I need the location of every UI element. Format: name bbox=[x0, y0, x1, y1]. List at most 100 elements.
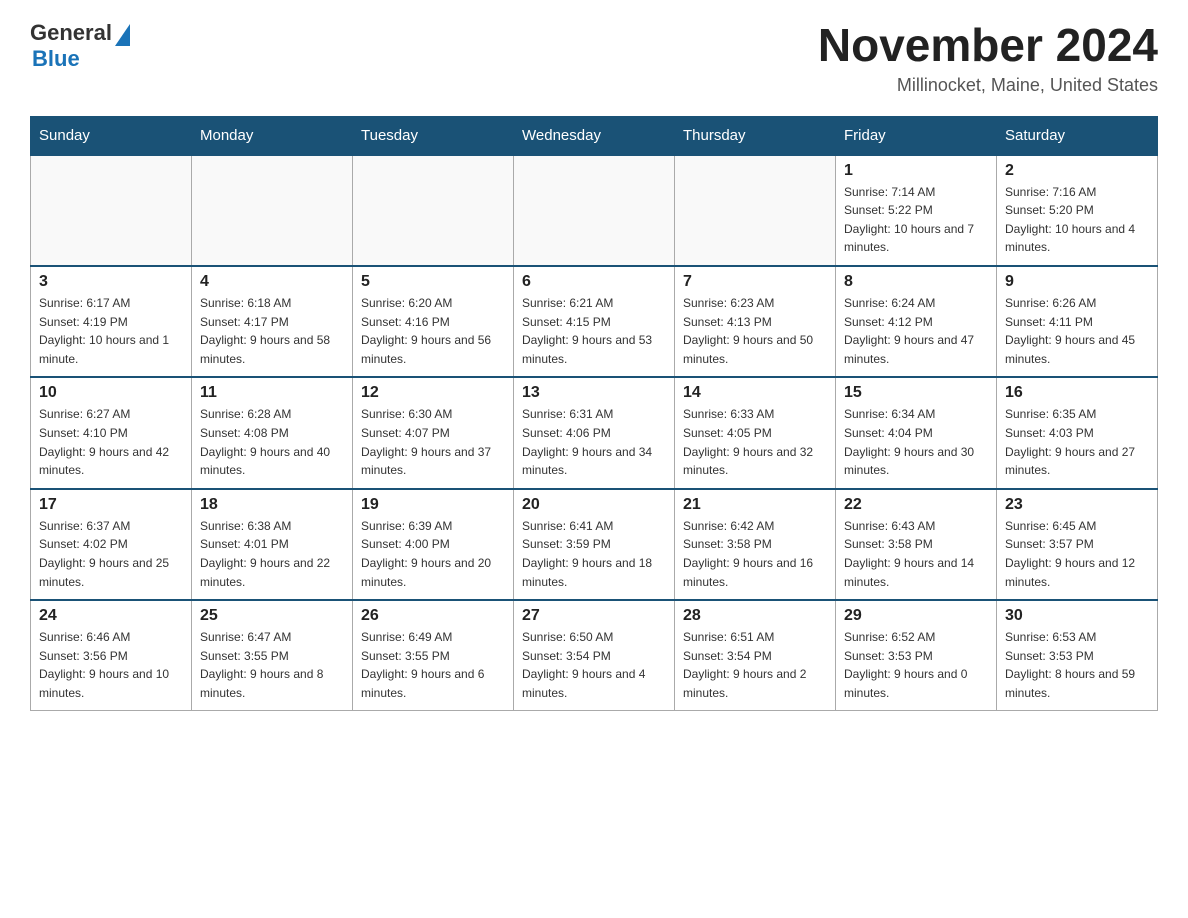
header-saturday: Saturday bbox=[997, 116, 1158, 155]
header-thursday: Thursday bbox=[675, 116, 836, 155]
day-number: 5 bbox=[361, 273, 505, 291]
calendar-cell: 24Sunrise: 6:46 AMSunset: 3:56 PMDayligh… bbox=[31, 600, 192, 711]
header-friday: Friday bbox=[836, 116, 997, 155]
calendar-cell: 7Sunrise: 6:23 AMSunset: 4:13 PMDaylight… bbox=[675, 266, 836, 377]
day-number: 15 bbox=[844, 384, 988, 402]
calendar-cell: 17 Sunrise: 6:37 AMSunset: 4:02 PMDayligh… bbox=[31, 489, 192, 600]
header-sunday: Sunday bbox=[31, 116, 192, 155]
calendar-week-row: 1 Sunrise: 7:14 AMSunset: 5:22 PMDaylight… bbox=[31, 155, 1158, 266]
day-info: Sunrise: 6:20 AMSunset: 4:16 PMDaylight:… bbox=[361, 294, 505, 368]
day-number: 1 bbox=[844, 162, 988, 180]
month-year-title: November 2024 bbox=[818, 20, 1158, 71]
day-number: 17 bbox=[39, 496, 183, 514]
calendar-cell: 29Sunrise: 6:52 AMSunset: 3:53 PMDayligh… bbox=[836, 600, 997, 711]
calendar-cell: 30Sunrise: 6:53 AMSunset: 3:53 PMDayligh… bbox=[997, 600, 1158, 711]
day-info: Sunrise: 6:46 AMSunset: 3:56 PMDaylight:… bbox=[39, 628, 183, 702]
calendar-table: Sunday Monday Tuesday Wednesday Thursday… bbox=[30, 116, 1158, 712]
header-tuesday: Tuesday bbox=[353, 116, 514, 155]
day-info: Sunrise: 6:39 AMSunset: 4:00 PMDaylight:… bbox=[361, 517, 505, 591]
day-info: Sunrise: 7:14 AMSunset: 5:22 PMDaylight:… bbox=[844, 183, 988, 257]
day-number: 3 bbox=[39, 273, 183, 291]
day-info: Sunrise: 6:28 AMSunset: 4:08 PMDaylight:… bbox=[200, 405, 344, 479]
calendar-cell bbox=[353, 155, 514, 266]
day-info: Sunrise: 6:17 AMSunset: 4:19 PMDaylight:… bbox=[39, 294, 183, 368]
calendar-cell: 1 Sunrise: 7:14 AMSunset: 5:22 PMDaylight… bbox=[836, 155, 997, 266]
calendar-cell: 20 Sunrise: 6:41 AMSunset: 3:59 PMDayligh… bbox=[514, 489, 675, 600]
day-info: Sunrise: 6:43 AMSunset: 3:58 PMDaylight:… bbox=[844, 517, 988, 591]
day-info: Sunrise: 6:38 AMSunset: 4:01 PMDaylight:… bbox=[200, 517, 344, 591]
day-number: 28 bbox=[683, 607, 827, 625]
calendar-week-row: 24Sunrise: 6:46 AMSunset: 3:56 PMDayligh… bbox=[31, 600, 1158, 711]
day-info: Sunrise: 7:16 AMSunset: 5:20 PMDaylight:… bbox=[1005, 183, 1149, 257]
logo: General Blue bbox=[30, 20, 130, 72]
day-number: 8 bbox=[844, 273, 988, 291]
calendar-cell: 11 Sunrise: 6:28 AMSunset: 4:08 PMDayligh… bbox=[192, 377, 353, 488]
day-number: 21 bbox=[683, 496, 827, 514]
day-number: 4 bbox=[200, 273, 344, 291]
calendar-cell: 16 Sunrise: 6:35 AMSunset: 4:03 PMDayligh… bbox=[997, 377, 1158, 488]
day-info: Sunrise: 6:50 AMSunset: 3:54 PMDaylight:… bbox=[522, 628, 666, 702]
day-number: 6 bbox=[522, 273, 666, 291]
calendar-cell: 3 Sunrise: 6:17 AMSunset: 4:19 PMDaylight… bbox=[31, 266, 192, 377]
day-info: Sunrise: 6:27 AMSunset: 4:10 PMDaylight:… bbox=[39, 405, 183, 479]
calendar-cell bbox=[514, 155, 675, 266]
calendar-cell: 19 Sunrise: 6:39 AMSunset: 4:00 PMDayligh… bbox=[353, 489, 514, 600]
day-info: Sunrise: 6:42 AMSunset: 3:58 PMDaylight:… bbox=[683, 517, 827, 591]
day-info: Sunrise: 6:33 AMSunset: 4:05 PMDaylight:… bbox=[683, 405, 827, 479]
calendar-cell: 6Sunrise: 6:21 AMSunset: 4:15 PMDaylight… bbox=[514, 266, 675, 377]
day-number: 22 bbox=[844, 496, 988, 514]
calendar-cell: 28 Sunrise: 6:51 AMSunset: 3:54 PMDayligh… bbox=[675, 600, 836, 711]
calendar-header-row: Sunday Monday Tuesday Wednesday Thursday… bbox=[31, 116, 1158, 155]
day-info: Sunrise: 6:34 AMSunset: 4:04 PMDaylight:… bbox=[844, 405, 988, 479]
calendar-week-row: 10 Sunrise: 6:27 AMSunset: 4:10 PMDayligh… bbox=[31, 377, 1158, 488]
day-number: 18 bbox=[200, 496, 344, 514]
calendar-week-row: 3 Sunrise: 6:17 AMSunset: 4:19 PMDaylight… bbox=[31, 266, 1158, 377]
calendar-cell bbox=[192, 155, 353, 266]
day-number: 29 bbox=[844, 607, 988, 625]
day-info: Sunrise: 6:37 AMSunset: 4:02 PMDaylight:… bbox=[39, 517, 183, 591]
day-number: 11 bbox=[200, 384, 344, 402]
day-info: Sunrise: 6:41 AMSunset: 3:59 PMDaylight:… bbox=[522, 517, 666, 591]
logo-blue-text: Blue bbox=[32, 46, 80, 72]
calendar-week-row: 17 Sunrise: 6:37 AMSunset: 4:02 PMDayligh… bbox=[31, 489, 1158, 600]
day-number: 30 bbox=[1005, 607, 1149, 625]
calendar-cell bbox=[31, 155, 192, 266]
calendar-cell: 10 Sunrise: 6:27 AMSunset: 4:10 PMDayligh… bbox=[31, 377, 192, 488]
day-number: 14 bbox=[683, 384, 827, 402]
calendar-cell: 25 Sunrise: 6:47 AMSunset: 3:55 PMDayligh… bbox=[192, 600, 353, 711]
header-wednesday: Wednesday bbox=[514, 116, 675, 155]
calendar-cell: 27 Sunrise: 6:50 AMSunset: 3:54 PMDayligh… bbox=[514, 600, 675, 711]
day-number: 23 bbox=[1005, 496, 1149, 514]
calendar-cell: 4 Sunrise: 6:18 AMSunset: 4:17 PMDaylight… bbox=[192, 266, 353, 377]
day-info: Sunrise: 6:35 AMSunset: 4:03 PMDaylight:… bbox=[1005, 405, 1149, 479]
calendar-cell: 2 Sunrise: 7:16 AMSunset: 5:20 PMDaylight… bbox=[997, 155, 1158, 266]
day-info: Sunrise: 6:47 AMSunset: 3:55 PMDaylight:… bbox=[200, 628, 344, 702]
day-number: 26 bbox=[361, 607, 505, 625]
title-area: November 2024 Millinocket, Maine, United… bbox=[818, 20, 1158, 96]
calendar-cell: 15 Sunrise: 6:34 AMSunset: 4:04 PMDayligh… bbox=[836, 377, 997, 488]
day-info: Sunrise: 6:51 AMSunset: 3:54 PMDaylight:… bbox=[683, 628, 827, 702]
day-number: 2 bbox=[1005, 162, 1149, 180]
day-number: 25 bbox=[200, 607, 344, 625]
day-number: 19 bbox=[361, 496, 505, 514]
calendar-cell: 14 Sunrise: 6:33 AMSunset: 4:05 PMDayligh… bbox=[675, 377, 836, 488]
day-number: 10 bbox=[39, 384, 183, 402]
day-info: Sunrise: 6:24 AMSunset: 4:12 PMDaylight:… bbox=[844, 294, 988, 368]
calendar-cell: 13 Sunrise: 6:31 AMSunset: 4:06 PMDayligh… bbox=[514, 377, 675, 488]
calendar-cell: 22 Sunrise: 6:43 AMSunset: 3:58 PMDayligh… bbox=[836, 489, 997, 600]
day-number: 16 bbox=[1005, 384, 1149, 402]
day-info: Sunrise: 6:45 AMSunset: 3:57 PMDaylight:… bbox=[1005, 517, 1149, 591]
calendar-cell bbox=[675, 155, 836, 266]
header-monday: Monday bbox=[192, 116, 353, 155]
day-info: Sunrise: 6:49 AMSunset: 3:55 PMDaylight:… bbox=[361, 628, 505, 702]
calendar-cell: 8 Sunrise: 6:24 AMSunset: 4:12 PMDaylight… bbox=[836, 266, 997, 377]
day-number: 7 bbox=[683, 273, 827, 291]
day-info: Sunrise: 6:30 AMSunset: 4:07 PMDaylight:… bbox=[361, 405, 505, 479]
day-info: Sunrise: 6:26 AMSunset: 4:11 PMDaylight:… bbox=[1005, 294, 1149, 368]
logo-general-text: General bbox=[30, 20, 112, 46]
day-number: 20 bbox=[522, 496, 666, 514]
day-info: Sunrise: 6:18 AMSunset: 4:17 PMDaylight:… bbox=[200, 294, 344, 368]
day-number: 13 bbox=[522, 384, 666, 402]
day-number: 27 bbox=[522, 607, 666, 625]
day-info: Sunrise: 6:31 AMSunset: 4:06 PMDaylight:… bbox=[522, 405, 666, 479]
